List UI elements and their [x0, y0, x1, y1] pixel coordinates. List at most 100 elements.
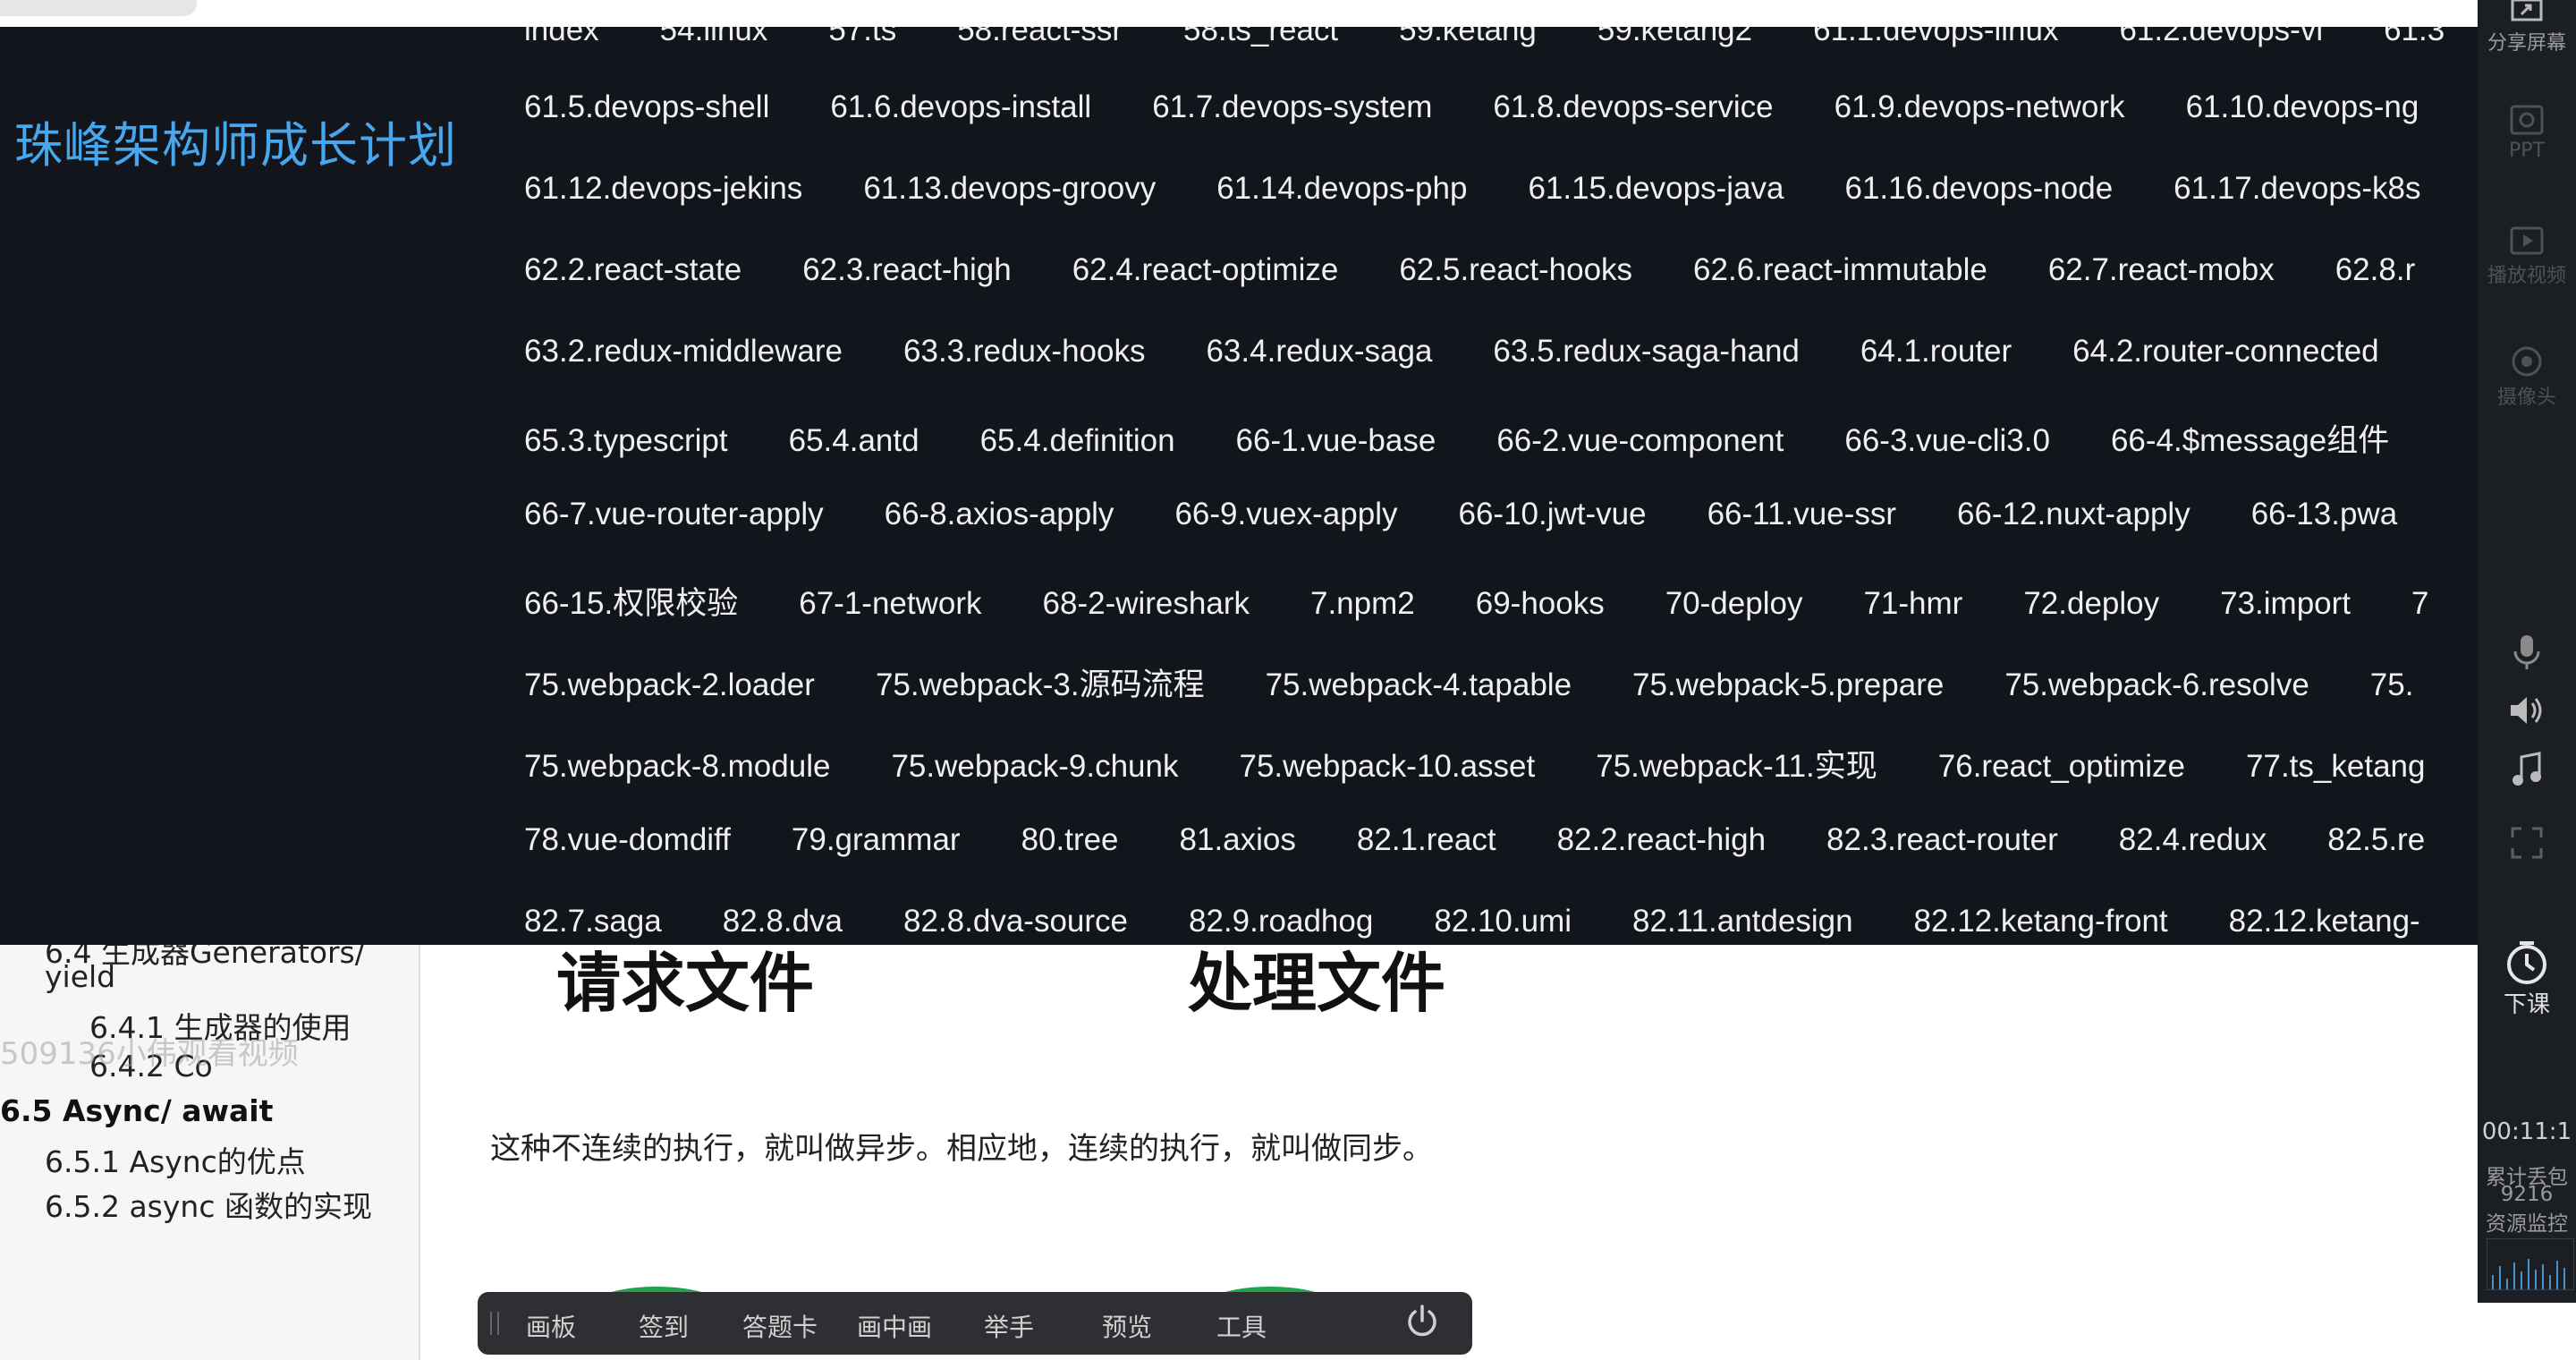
nav-link[interactable]: 62.3.react-high: [802, 252, 1011, 288]
nav-link[interactable]: 65.3.typescript: [524, 423, 728, 459]
nav-link[interactable]: 66-11.vue-ssr: [1707, 497, 1896, 532]
nav-link[interactable]: 75.webpack-8.module: [524, 749, 830, 785]
nav-link[interactable]: 63.5.redux-saga-hand: [1493, 334, 1799, 370]
nav-link[interactable]: 72.deploy: [2023, 586, 2159, 622]
nav-link[interactable]: 61.12.devops-jekins: [524, 171, 802, 207]
nav-link[interactable]: 70-deploy: [1665, 586, 1803, 622]
nav-link[interactable]: 61.9.devops-network: [1835, 89, 2125, 125]
nav-link[interactable]: 59.ketang2: [1597, 27, 1752, 48]
nav-link[interactable]: 66-13.pwa: [2251, 497, 2397, 532]
nav-link[interactable]: 76.react_optimize: [1938, 749, 2185, 785]
share-screen-button[interactable]: 分享屏幕: [2478, 0, 2576, 55]
toc-item-6-5-1[interactable]: 6.5.1 Async的优点: [45, 1138, 306, 1181]
nav-link[interactable]: 75.webpack-5.prepare: [1632, 667, 1944, 703]
fullscreen-button[interactable]: [2478, 825, 2576, 861]
nav-link[interactable]: 82.2.react-high: [1557, 822, 1766, 858]
end-class-button[interactable]: 下课: [2478, 939, 2576, 1019]
toolbar-answer-card-button[interactable]: 答题卡: [742, 1308, 818, 1344]
nav-link[interactable]: 75.webpack-9.chunk: [891, 749, 1178, 785]
toolbar-whiteboard-button[interactable]: 画板: [526, 1308, 576, 1344]
nav-link[interactable]: 75.: [2370, 667, 2414, 703]
nav-link[interactable]: 66-12.nuxt-apply: [1957, 497, 2190, 532]
nav-link[interactable]: 75.webpack-2.loader: [524, 667, 815, 703]
nav-link[interactable]: 82.8.dva: [723, 904, 843, 939]
nav-link[interactable]: 66-3.vue-cli3.0: [1844, 423, 2050, 459]
nav-link[interactable]: 61.16.devops-node: [1844, 171, 2113, 207]
nav-link[interactable]: 79.grammar: [792, 822, 961, 858]
nav-link[interactable]: 61.2.devops-vi: [2119, 27, 2323, 48]
nav-link[interactable]: 82.12.ketang-: [2229, 904, 2420, 939]
nav-link[interactable]: 54.linux: [660, 27, 768, 48]
nav-link[interactable]: 82.11.antdesign: [1632, 904, 1853, 939]
toolbar-preview-button[interactable]: 预览: [1102, 1308, 1152, 1344]
nav-link[interactable]: 73.import: [2220, 586, 2351, 622]
nav-link[interactable]: 7.npm2: [1310, 586, 1415, 622]
nav-link[interactable]: 65.4.antd: [789, 423, 919, 459]
nav-link[interactable]: 75.webpack-3.源码流程: [876, 659, 1205, 705]
nav-link[interactable]: 81.axios: [1180, 822, 1296, 858]
toc-item-yield[interactable]: yield: [45, 959, 115, 994]
nav-link[interactable]: 82.3.react-router: [1826, 822, 2058, 858]
toolbar-checkin-button[interactable]: 签到: [639, 1308, 689, 1344]
nav-link[interactable]: 62.5.react-hooks: [1399, 252, 1632, 288]
nav-link[interactable]: 64.1.router: [1860, 334, 2012, 370]
nav-link[interactable]: 82.9.roadhog: [1189, 904, 1373, 939]
nav-link[interactable]: 82.5.re: [2327, 822, 2425, 858]
nav-link[interactable]: 61.5.devops-shell: [524, 89, 769, 125]
nav-link[interactable]: 62.8.r: [2335, 252, 2416, 288]
nav-link[interactable]: 61.7.devops-system: [1152, 89, 1432, 125]
nav-link[interactable]: 61.15.devops-java: [1528, 171, 1784, 207]
nav-link[interactable]: 66-1.vue-base: [1236, 423, 1436, 459]
toolbar-tools-button[interactable]: 工具: [1216, 1308, 1267, 1344]
nav-link[interactable]: 61.14.devops-php: [1216, 171, 1467, 207]
nav-link[interactable]: 78.vue-domdiff: [524, 822, 731, 858]
nav-link[interactable]: 61.8.devops-service: [1493, 89, 1773, 125]
nav-link[interactable]: 82.4.redux: [2119, 822, 2267, 858]
camera-button[interactable]: 摄像头: [2478, 345, 2576, 410]
nav-link[interactable]: 62.2.react-state: [524, 252, 741, 288]
nav-link[interactable]: 57.ts: [828, 27, 896, 48]
power-icon[interactable]: [1404, 1303, 1440, 1339]
nav-link[interactable]: 68-2-wireshark: [1043, 586, 1250, 622]
nav-link[interactable]: 80.tree: [1021, 822, 1119, 858]
browser-tab[interactable]: [0, 0, 197, 16]
nav-link[interactable]: 65.4.definition: [980, 423, 1175, 459]
nav-link[interactable]: 82.1.react: [1357, 822, 1496, 858]
nav-link[interactable]: 75.webpack-11.实现: [1596, 741, 1877, 786]
toc-item-6-5-2[interactable]: 6.5.2 async 函数的实现: [45, 1183, 372, 1226]
nav-link[interactable]: 63.4.redux-saga: [1206, 334, 1432, 370]
nav-link[interactable]: 71-hmr: [1863, 586, 1962, 622]
speaker-button[interactable]: [2478, 693, 2576, 728]
nav-link[interactable]: 75.webpack-4.tapable: [1266, 667, 1572, 703]
nav-link[interactable]: 61.3: [2384, 27, 2445, 48]
nav-link[interactable]: 82.7.saga: [524, 904, 662, 939]
nav-link[interactable]: 67-1-network: [799, 586, 981, 622]
nav-link[interactable]: 75.webpack-6.resolve: [2004, 667, 2309, 703]
nav-link[interactable]: 82.10.umi: [1434, 904, 1572, 939]
nav-link[interactable]: 66-15.权限校验: [524, 578, 738, 624]
nav-link[interactable]: 61.13.devops-groovy: [863, 171, 1156, 207]
nav-link[interactable]: 63.2.redux-middleware: [524, 334, 843, 370]
nav-link[interactable]: 64.2.router-connected: [2072, 334, 2378, 370]
nav-link[interactable]: 69-hooks: [1476, 586, 1605, 622]
nav-link[interactable]: 7: [2411, 586, 2428, 622]
site-brand-title[interactable]: 珠峰架构师成长计划: [14, 106, 457, 176]
nav-link[interactable]: 59.ketang: [1399, 27, 1537, 48]
nav-link[interactable]: 61.1.devops-linux: [1813, 27, 2058, 48]
nav-link[interactable]: 82.8.dva-source: [903, 904, 1128, 939]
drag-handle[interactable]: [490, 1312, 499, 1335]
nav-link[interactable]: 62.4.react-optimize: [1072, 252, 1339, 288]
nav-link[interactable]: 66-4.$message组件: [2111, 415, 2389, 461]
nav-link[interactable]: 62.6.react-immutable: [1693, 252, 1987, 288]
nav-link[interactable]: 63.3.redux-hooks: [903, 334, 1145, 370]
nav-link[interactable]: 61.17.devops-k8s: [2174, 171, 2420, 207]
nav-link[interactable]: 58.react-ssr: [957, 27, 1123, 48]
toolbar-pip-button[interactable]: 画中画: [857, 1308, 932, 1344]
nav-link[interactable]: 66-2.vue-component: [1496, 423, 1784, 459]
nav-link[interactable]: 82.12.ketang-front: [1914, 904, 2168, 939]
nav-link[interactable]: 66-7.vue-router-apply: [524, 497, 824, 532]
nav-link[interactable]: 66-9.vuex-apply: [1174, 497, 1397, 532]
nav-link[interactable]: 61.10.devops-ng: [2186, 89, 2419, 125]
ppt-button[interactable]: PPT: [2478, 104, 2576, 162]
play-video-button[interactable]: 播放视频: [2478, 224, 2576, 288]
